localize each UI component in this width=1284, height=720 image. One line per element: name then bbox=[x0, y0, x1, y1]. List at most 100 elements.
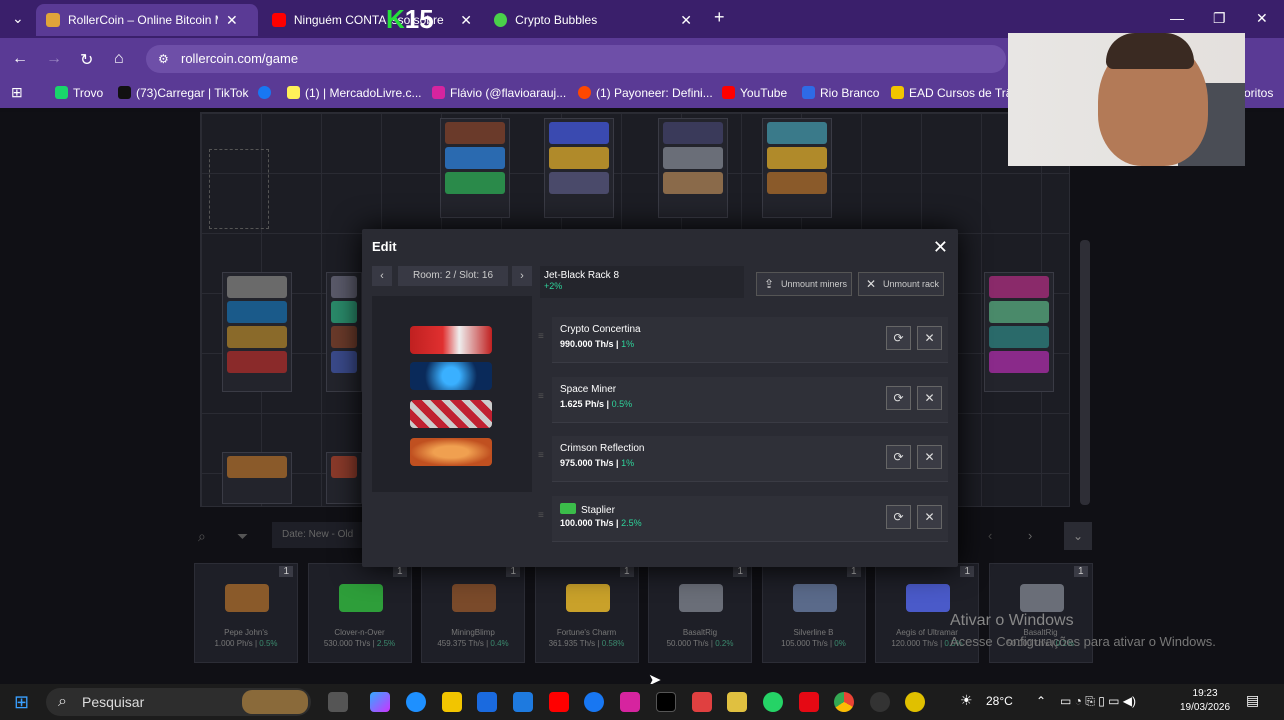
room-rack[interactable] bbox=[762, 118, 832, 218]
url-field[interactable]: ⚙ rollercoin.com/game bbox=[146, 45, 1006, 73]
rack-bonus: +2% bbox=[544, 281, 563, 291]
window-close-icon[interactable]: ✕ bbox=[1256, 10, 1268, 27]
room-rack[interactable] bbox=[222, 452, 292, 504]
taskbar-search[interactable]: ⌕ Pesquisar bbox=[46, 688, 311, 716]
collapse-inventory-button[interactable]: ⌄ bbox=[1064, 522, 1092, 550]
back-icon[interactable]: ← bbox=[12, 50, 28, 68]
file-explorer-icon[interactable] bbox=[442, 692, 462, 712]
close-icon[interactable]: ✕ bbox=[680, 12, 692, 29]
next-page-icon[interactable]: › bbox=[1028, 528, 1032, 543]
app-icon-3[interactable] bbox=[905, 692, 925, 712]
bookmark-favoritos[interactable]: oritos bbox=[1244, 86, 1273, 100]
clock[interactable]: 19:23 19/03/2026 bbox=[1180, 687, 1230, 715]
app-icon[interactable] bbox=[692, 692, 712, 712]
next-slot-button[interactable]: › bbox=[512, 266, 532, 286]
restore-icon[interactable]: ❐ bbox=[1213, 10, 1226, 27]
room-rack[interactable] bbox=[984, 272, 1054, 392]
close-icon[interactable]: ✕ bbox=[933, 237, 948, 258]
edge-icon[interactable] bbox=[406, 692, 426, 712]
whatsapp-icon[interactable] bbox=[763, 692, 783, 712]
room-scrollbar[interactable] bbox=[1080, 240, 1090, 505]
close-icon[interactable]: ✕ bbox=[460, 12, 472, 29]
search-icon[interactable]: ⌕ bbox=[198, 528, 206, 545]
task-view-icon[interactable] bbox=[328, 692, 348, 712]
netflix-icon[interactable] bbox=[799, 692, 819, 712]
prev-slot-button[interactable]: ‹ bbox=[372, 266, 392, 286]
tab-crypto-bubbles[interactable]: Crypto Bubbles ✕ bbox=[484, 4, 702, 36]
tray-chevron-icon[interactable]: ⌃ bbox=[1036, 694, 1046, 708]
bookmark-tiktok[interactable]: (73)Carregar | TikTok bbox=[118, 86, 248, 100]
drag-handle-icon[interactable]: ≡ bbox=[538, 450, 544, 461]
remove-miner-button[interactable]: ✕ bbox=[917, 445, 942, 469]
apps-icon[interactable]: ⊞ bbox=[11, 84, 23, 101]
facebook-icon[interactable] bbox=[584, 692, 604, 712]
drag-handle-icon[interactable]: ≡ bbox=[538, 510, 544, 521]
replace-miner-button[interactable]: ⟳ bbox=[886, 445, 911, 469]
replace-miner-button[interactable]: ⟳ bbox=[886, 386, 911, 410]
outlook-icon[interactable] bbox=[513, 692, 533, 712]
notes-icon[interactable] bbox=[727, 692, 747, 712]
youtube-icon[interactable] bbox=[549, 692, 569, 712]
inventory-card[interactable]: 1 Pepe John's 1.000 Ph/s | 0.5% bbox=[194, 563, 298, 663]
facebook-icon bbox=[258, 86, 271, 99]
inventory-card[interactable]: 1 BasaltRig 50.000 Th/s | 0.2% bbox=[648, 563, 752, 663]
copilot-icon[interactable] bbox=[370, 692, 390, 712]
forward-icon[interactable]: → bbox=[46, 50, 62, 68]
x-twitter-icon[interactable] bbox=[656, 692, 676, 712]
filter-icon[interactable]: ⏷ bbox=[237, 528, 248, 545]
close-icon[interactable]: ✕ bbox=[226, 12, 238, 29]
windows-start-icon[interactable]: ⊞ bbox=[14, 692, 29, 713]
instagram-icon[interactable] bbox=[620, 692, 640, 712]
room-rack[interactable] bbox=[222, 272, 292, 392]
chrome-icon[interactable] bbox=[834, 692, 854, 712]
tray-icons[interactable]: ▭ ◔ ⎘ ▯ ▭ ◀) bbox=[1060, 694, 1136, 709]
bookmark-facebook[interactable] bbox=[258, 86, 276, 100]
card-power-value: 1.000 Ph/s bbox=[214, 639, 253, 648]
sort-select[interactable]: Date: New - Old bbox=[272, 522, 362, 548]
url-text: rollercoin.com/game bbox=[181, 51, 299, 66]
room-rack[interactable] bbox=[658, 118, 728, 218]
app-icon-2[interactable] bbox=[870, 692, 890, 712]
room-rack[interactable] bbox=[326, 272, 362, 392]
unmount-miners-button[interactable]: ⇪ Unmount miners bbox=[756, 272, 852, 296]
webcam-overlay bbox=[1008, 33, 1245, 166]
bookmark-trovo[interactable]: Trovo bbox=[55, 86, 103, 100]
tab-rollercoin[interactable]: RollerCoin – Online Bitcoin Mining ✕ bbox=[36, 4, 258, 36]
miner-preview-concertina bbox=[410, 326, 492, 354]
tab-search-icon[interactable]: ⌄ bbox=[12, 10, 24, 27]
weather-temp[interactable]: 28°C bbox=[986, 694, 1013, 708]
new-tab-button[interactable]: + bbox=[714, 7, 725, 28]
tab-title: RollerCoin – Online Bitcoin Mining bbox=[68, 13, 218, 27]
card-count: 1 bbox=[960, 566, 974, 577]
inventory-card[interactable]: 1 MiningBlimp 459.375 Th/s | 0.4% bbox=[421, 563, 525, 663]
webcam-hair bbox=[1106, 33, 1194, 69]
bookmark-youtube[interactable]: YouTube bbox=[722, 86, 787, 100]
bookmark-ead[interactable]: EAD Cursos de Trân bbox=[891, 86, 1019, 100]
inventory-card[interactable]: 1 Silverline B 105.000 Th/s | 0% bbox=[761, 563, 866, 663]
room-rack[interactable] bbox=[544, 118, 614, 218]
remove-miner-button[interactable]: ✕ bbox=[917, 505, 942, 529]
bookmark-payoneer[interactable]: (1) Payoneer: Defini... bbox=[578, 86, 713, 100]
inventory-card[interactable]: 1 Clover-n-Over 530.000 Th/s | 2.5% bbox=[307, 563, 412, 663]
room-rack[interactable] bbox=[326, 452, 362, 504]
reload-icon[interactable]: ↻ bbox=[80, 50, 93, 70]
prev-page-icon[interactable]: ‹ bbox=[988, 528, 992, 543]
replace-miner-button[interactable]: ⟳ bbox=[886, 505, 911, 529]
remove-miner-button[interactable]: ✕ bbox=[917, 386, 942, 410]
notifications-icon[interactable]: ▤ bbox=[1246, 692, 1259, 709]
drag-handle-icon[interactable]: ≡ bbox=[538, 331, 544, 342]
bookmark-mercadolivre[interactable]: (1) | MercadoLivre.c... bbox=[287, 86, 421, 100]
room-rack[interactable] bbox=[440, 118, 510, 218]
remove-miner-button[interactable]: ✕ bbox=[917, 326, 942, 350]
store-icon[interactable] bbox=[477, 692, 497, 712]
inventory-card[interactable]: 1 Fortune's Charm 361.935 Th/s | 0.58% bbox=[534, 563, 639, 663]
bookmark-instagram[interactable]: Flávio (@flavioarauj... bbox=[432, 86, 566, 100]
replace-miner-button[interactable]: ⟳ bbox=[886, 326, 911, 350]
bookmark-rio-branco[interactable]: Rio Branco bbox=[802, 86, 879, 100]
minimize-icon[interactable]: — bbox=[1170, 10, 1184, 26]
site-settings-icon[interactable]: ⚙ bbox=[158, 45, 169, 73]
home-icon[interactable]: ⌂ bbox=[114, 50, 124, 68]
unmount-rack-button[interactable]: ✕ Unmount rack bbox=[858, 272, 944, 296]
miner-preview-staplier bbox=[410, 438, 492, 466]
drag-handle-icon[interactable]: ≡ bbox=[538, 391, 544, 402]
